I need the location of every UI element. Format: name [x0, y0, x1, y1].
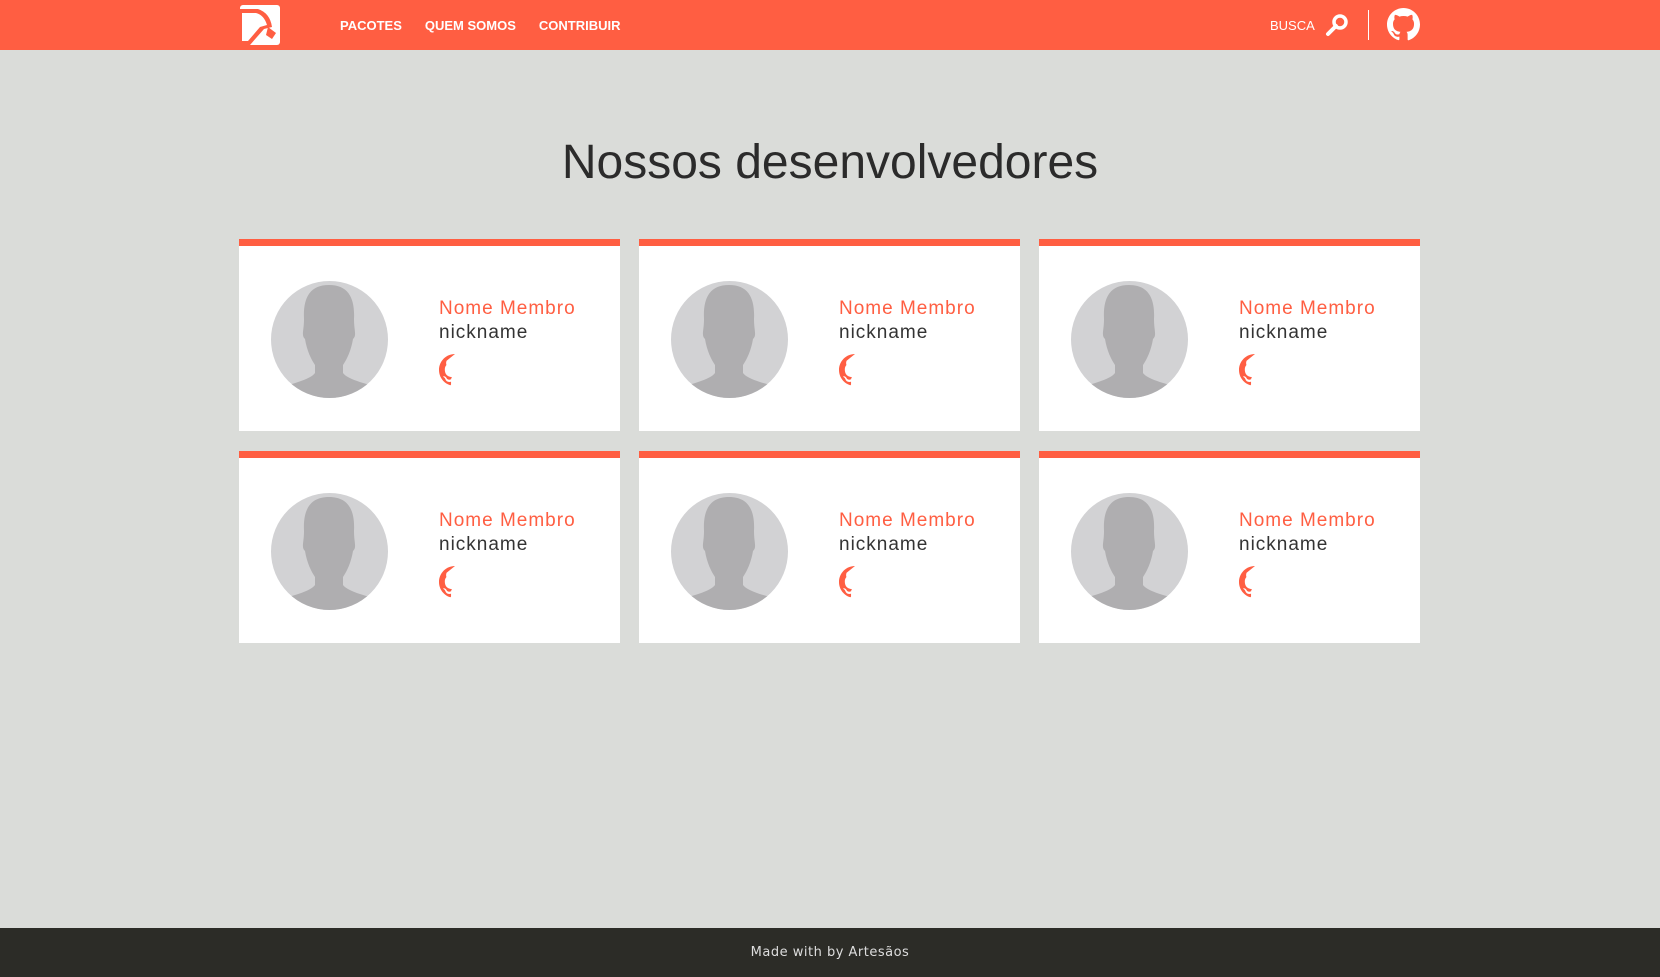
footer-text: Made with by Artesãos: [750, 945, 910, 960]
avatar-placeholder-icon: [1071, 285, 1188, 398]
member-name: Nome Membro: [439, 298, 576, 319]
nav-quem-somos[interactable]: QUEM SOMOS: [425, 18, 516, 33]
github-icon[interactable]: [439, 354, 471, 386]
member-name: Nome Membro: [1239, 298, 1376, 319]
avatar: [271, 493, 388, 610]
member-info: Nome Membro nickname: [839, 510, 976, 598]
nav-pacotes[interactable]: PACOTES: [340, 18, 402, 33]
avatar: [671, 493, 788, 610]
member-nickname: nickname: [439, 322, 529, 343]
members-grid: Nome Membro nickname Nome Membro nicknam…: [239, 239, 1420, 643]
github-icon[interactable]: [1239, 354, 1271, 386]
member-nickname: nickname: [839, 322, 929, 343]
search-label: BUSCA: [1270, 17, 1315, 33]
avatar: [1071, 281, 1188, 398]
member-nickname: nickname: [1239, 534, 1329, 555]
member-info: Nome Membro nickname: [839, 298, 976, 386]
member-info: Nome Membro nickname: [439, 298, 576, 386]
member-card: Nome Membro nickname: [239, 451, 620, 643]
avatar-placeholder-icon: [271, 285, 388, 398]
github-icon[interactable]: [839, 566, 871, 598]
divider: [1368, 10, 1369, 40]
page-title: Nossos desenvolvedores: [561, 136, 1099, 189]
member-nickname: nickname: [839, 534, 929, 555]
top-navbar: PACOTES QUEM SOMOS CONTRIBUIR BUSCA: [0, 0, 1660, 50]
avatar: [671, 281, 788, 398]
member-name: Nome Membro: [839, 510, 976, 531]
avatar: [271, 281, 388, 398]
avatar-placeholder-icon: [271, 497, 388, 610]
avatar-placeholder-icon: [671, 285, 788, 398]
main-nav: PACOTES QUEM SOMOS CONTRIBUIR: [340, 0, 621, 50]
github-icon[interactable]: [1239, 566, 1271, 598]
search-icon: [1325, 14, 1348, 36]
member-nickname: nickname: [1239, 322, 1329, 343]
avatar: [1071, 493, 1188, 610]
nav-contribuir[interactable]: CONTRIBUIR: [539, 18, 621, 33]
avatar-placeholder-icon: [1071, 497, 1188, 610]
member-card: Nome Membro nickname: [239, 239, 620, 431]
member-info: Nome Membro nickname: [1239, 298, 1376, 386]
member-nickname: nickname: [439, 534, 529, 555]
member-name: Nome Membro: [839, 298, 976, 319]
member-card: Nome Membro nickname: [639, 451, 1020, 643]
search-button[interactable]: BUSCA: [1270, 0, 1349, 50]
avatar-placeholder-icon: [671, 497, 788, 610]
member-name: Nome Membro: [1239, 510, 1376, 531]
github-icon[interactable]: [839, 354, 871, 386]
member-info: Nome Membro nickname: [439, 510, 576, 598]
footer: Made with by Artesãos: [0, 928, 1660, 977]
member-card: Nome Membro nickname: [1039, 451, 1420, 643]
logo-icon[interactable]: [240, 5, 280, 45]
member-info: Nome Membro nickname: [1239, 510, 1376, 598]
member-name: Nome Membro: [439, 510, 576, 531]
github-icon[interactable]: [439, 566, 471, 598]
member-card: Nome Membro nickname: [639, 239, 1020, 431]
github-icon[interactable]: [1387, 8, 1420, 41]
member-card: Nome Membro nickname: [1039, 239, 1420, 431]
